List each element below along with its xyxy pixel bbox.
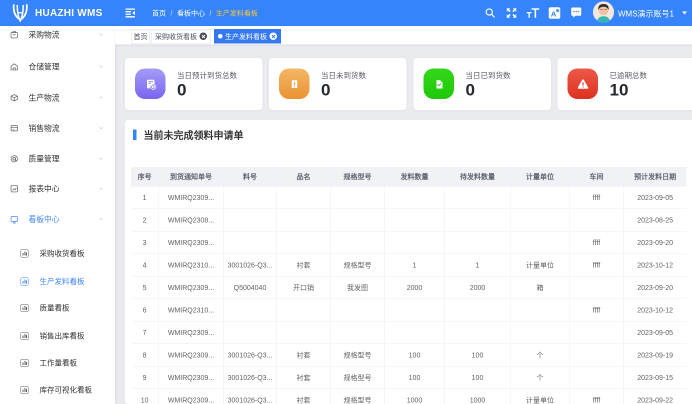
svg-text:A: A xyxy=(551,10,557,19)
